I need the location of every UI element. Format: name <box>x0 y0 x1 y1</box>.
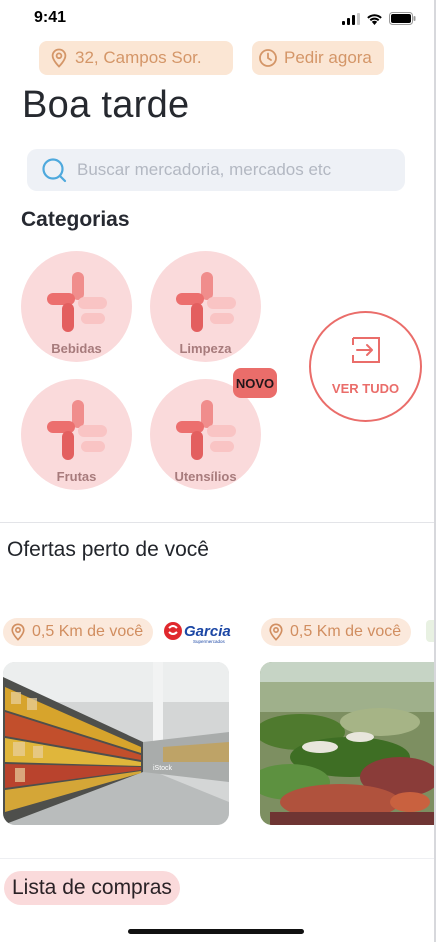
store-image-market[interactable] <box>260 662 436 825</box>
status-time: 9:41 <box>34 9 67 26</box>
greeting-title: Boa tarde <box>22 84 190 126</box>
store-brand: Garcia <box>184 623 231 640</box>
section-divider <box>0 522 436 523</box>
garcia-logo-icon: Garcia Supermercados <box>164 622 231 644</box>
store-distance-text: 0,5 Km de você <box>32 623 144 640</box>
search-input[interactable] <box>77 160 397 180</box>
store-logo-garcia[interactable]: Garcia Supermercados <box>163 619 231 645</box>
location-text: 32, Campos Sor. <box>75 48 202 67</box>
svg-text:iStock: iStock <box>153 765 173 772</box>
category-bebidas[interactable]: Bebidas <box>21 251 132 362</box>
location-chip[interactable]: 32, Campos Sor. <box>39 41 233 75</box>
signal-icon <box>342 12 360 25</box>
see-all-label: VER TUDO <box>331 381 400 396</box>
search-icon <box>42 158 67 183</box>
search-bar[interactable] <box>27 149 405 191</box>
category-label: Limpeza <box>179 341 232 356</box>
category-icon <box>46 272 107 332</box>
order-now-text: Pedir agora <box>284 48 372 67</box>
store-logo-partial <box>426 620 434 642</box>
order-now-chip[interactable]: Pedir agora <box>252 41 384 75</box>
store-brand-sub: Supermercados <box>193 639 226 644</box>
status-icons <box>342 12 416 25</box>
enter-arrow-icon <box>351 337 380 363</box>
section-divider <box>0 858 436 859</box>
new-badge: NOVO <box>233 368 277 398</box>
category-limpeza[interactable]: Limpeza <box>150 251 261 362</box>
shopping-list-chip[interactable]: Lista de compras <box>4 871 180 905</box>
category-frutas[interactable]: Frutas <box>21 379 132 490</box>
produce-market-image <box>260 662 436 825</box>
category-label: Bebidas <box>51 341 102 356</box>
location-pin-icon <box>269 623 283 641</box>
see-all-button[interactable]: VER TUDO <box>309 311 422 422</box>
categories-title: Categorias <box>21 208 130 231</box>
category-label: Utensílios <box>174 469 237 484</box>
clock-icon <box>259 49 277 67</box>
category-icon <box>175 400 236 460</box>
category-label: Frutas <box>56 469 97 484</box>
category-icon <box>46 400 107 460</box>
wifi-icon <box>367 13 382 25</box>
category-icon <box>175 272 236 332</box>
supermarket-aisle-image: iStock <box>3 662 229 825</box>
location-pin-icon <box>11 623 25 641</box>
location-pin-icon <box>51 48 67 68</box>
battery-icon <box>389 12 416 25</box>
store-image-supermarket[interactable]: iStock <box>3 662 229 825</box>
home-indicator[interactable] <box>128 929 304 934</box>
store-distance-chip: 0,5 Km de você <box>261 618 412 646</box>
store-distance-chip: 0,5 Km de você <box>3 618 154 646</box>
offers-title: Ofertas perto de você <box>7 538 209 561</box>
store-distance-text: 0,5 Km de você <box>290 623 402 640</box>
